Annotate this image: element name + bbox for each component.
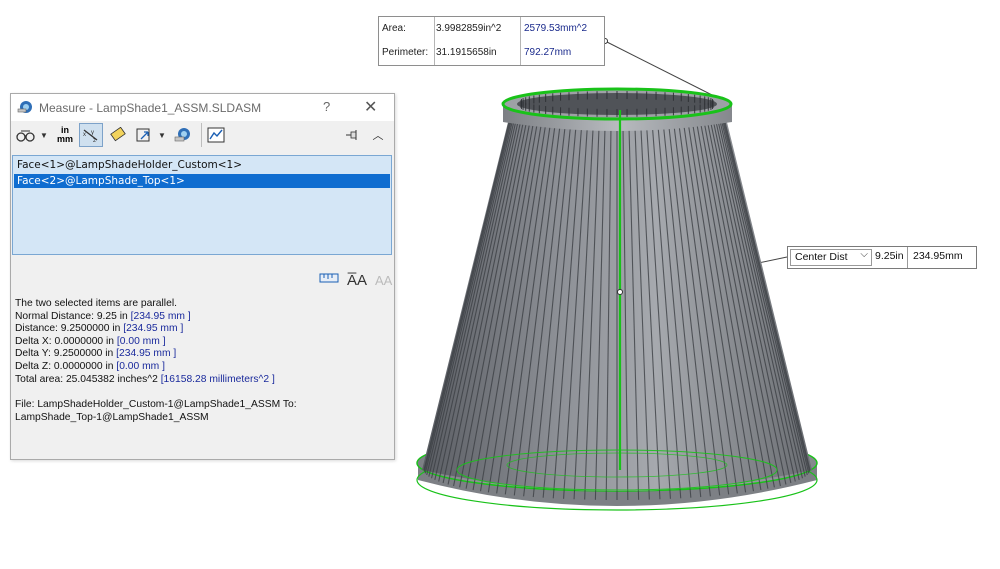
collapse-icon[interactable]: ︿ bbox=[369, 123, 387, 147]
area-label: Area: bbox=[382, 23, 406, 34]
svg-text:x: x bbox=[83, 132, 86, 138]
perimeter-label: Perimeter: bbox=[382, 47, 429, 58]
dialog-title: Measure - LampShade1_ASSM.SLDASM bbox=[39, 101, 262, 115]
pin-icon[interactable] bbox=[343, 123, 361, 147]
area-row: Area: 3.9982859in^2 2579.53mm^2 bbox=[379, 17, 604, 41]
measure-dialog: Measure - LampShade1_ASSM.SLDASM ? ✕ ▼ i… bbox=[10, 93, 395, 460]
point-to-point-icon[interactable] bbox=[107, 123, 129, 147]
lampshade-body[interactable] bbox=[422, 114, 812, 500]
center-point bbox=[617, 289, 623, 295]
format-icons: A̅A AA bbox=[319, 270, 392, 290]
create-sensor-icon[interactable] bbox=[171, 123, 195, 147]
result-line: Delta Z: 0.0000000 in [0.00 mm ] bbox=[15, 360, 165, 372]
close-button[interactable]: ✕ bbox=[364, 97, 377, 117]
chevron-down-icon[interactable]: ▼ bbox=[39, 123, 49, 147]
result-line: Distance: 9.2500000 in [234.95 mm ] bbox=[15, 323, 184, 335]
arc-circle-measure-icon[interactable] bbox=[15, 123, 37, 147]
measure-app-icon bbox=[17, 99, 33, 115]
ruler-icon[interactable] bbox=[319, 271, 339, 290]
result-line: Delta Y: 9.2500000 in [234.95 mm ] bbox=[15, 348, 177, 360]
perimeter-row: Perimeter: 31.1915658in 792.27mm bbox=[379, 41, 604, 65]
selection-list[interactable]: Face<1>@LampShadeHolder_Custom<1> Face<2… bbox=[12, 155, 392, 255]
divider bbox=[907, 247, 908, 268]
measure-results: The two selected items are parallel. Nor… bbox=[15, 298, 390, 424]
distance-type-dropdown[interactable]: Center Dist ⌵ bbox=[790, 249, 872, 266]
distance-type-value: Center Dist bbox=[795, 251, 848, 263]
text-size-decrease-icon[interactable]: AA bbox=[375, 273, 392, 288]
area-perimeter-callout[interactable]: Area: 3.9982859in^2 2579.53mm^2 Perimete… bbox=[378, 16, 605, 66]
chevron-down-icon: ⌵ bbox=[860, 249, 868, 260]
svg-text:z: z bbox=[93, 138, 96, 143]
units-bottom-label: mm bbox=[56, 134, 73, 144]
perimeter-value-in: 31.1915658in bbox=[436, 47, 497, 58]
units-precision-icon[interactable]: in mm bbox=[53, 123, 77, 147]
projection-icon[interactable] bbox=[133, 123, 155, 147]
result-line: Total area: 25.045382 inches^2 [16158.28… bbox=[15, 373, 275, 385]
area-value-mm: 2579.53mm^2 bbox=[524, 23, 588, 34]
lampshade-top-ring[interactable] bbox=[501, 87, 733, 131]
center-dist-value-in: 9.25in bbox=[875, 250, 904, 262]
show-xyz-icon[interactable]: xyz bbox=[79, 123, 103, 147]
toolbar-separator bbox=[201, 123, 202, 147]
perimeter-value-mm: 792.27mm bbox=[524, 47, 572, 58]
help-button[interactable]: ? bbox=[323, 99, 330, 114]
measure-history-icon[interactable] bbox=[205, 123, 227, 147]
measure-toolbar: ▼ in mm xyz ▼ ︿ bbox=[11, 121, 394, 149]
center-dist-callout[interactable]: Center Dist ⌵ 9.25in 234.95mm bbox=[787, 246, 977, 269]
result-line: Normal Distance: 9.25 in [234.95 mm ] bbox=[15, 310, 191, 322]
center-dist-value-mm: 234.95mm bbox=[913, 250, 963, 262]
chevron-down-icon[interactable]: ▼ bbox=[157, 123, 167, 147]
text-size-increase-icon[interactable]: A̅A bbox=[347, 272, 367, 289]
area-value-in: 3.9982859in^2 bbox=[436, 23, 502, 34]
file-line: File: LampShadeHolder_Custom-1@LampShade… bbox=[15, 399, 297, 411]
svg-text:y: y bbox=[91, 130, 94, 136]
parallel-note: The two selected items are parallel. bbox=[15, 298, 177, 309]
result-line: Delta X: 0.0000000 in [0.00 mm ] bbox=[15, 335, 166, 347]
file-line: LampShade_Top-1@LampShade1_ASSM bbox=[15, 411, 209, 423]
dialog-titlebar[interactable]: Measure - LampShade1_ASSM.SLDASM ? ✕ bbox=[11, 94, 394, 121]
selection-item[interactable]: Face<1>@LampShadeHolder_Custom<1> bbox=[14, 158, 390, 172]
selection-item-selected[interactable]: Face<2>@LampShade_Top<1> bbox=[14, 174, 390, 188]
